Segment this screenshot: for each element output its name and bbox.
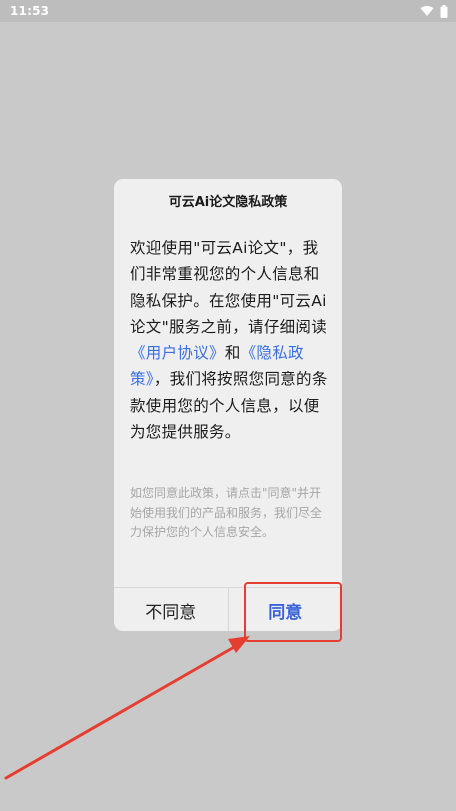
pointer-arrow-icon: [4, 636, 250, 780]
